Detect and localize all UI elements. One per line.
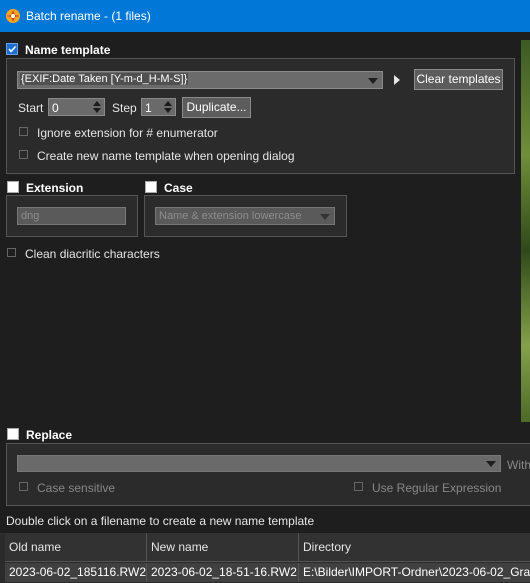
column-header-directory[interactable]: Directory	[299, 533, 530, 562]
case-checkbox[interactable]	[145, 181, 157, 193]
ignore-extension-checkbox[interactable]	[19, 127, 28, 136]
play-arrow-icon[interactable]	[393, 75, 401, 85]
duplicate-button[interactable]: Duplicate...	[182, 97, 251, 118]
checkmark-icon	[8, 45, 17, 53]
case-sensitive-checkbox[interactable]	[19, 482, 28, 491]
cell-directory[interactable]: E:\Bilder\IMPORT-Ordner\2023-06-02_Grau	[299, 563, 530, 582]
spin-arrows-icon[interactable]	[92, 100, 102, 114]
ignore-extension-label: Ignore extension for # enumerator	[37, 126, 218, 140]
step-value: 1	[145, 101, 152, 115]
window-title: Batch rename - (1 files)	[26, 9, 151, 23]
chevron-down-icon	[486, 461, 496, 467]
clean-diacritic-label: Clean diacritic characters	[25, 247, 160, 261]
extension-value: dng	[21, 210, 40, 222]
start-label: Start	[18, 101, 44, 115]
clean-diacritic-checkbox[interactable]	[7, 248, 16, 257]
app-logo-icon	[6, 9, 20, 23]
regex-label: Use Regular Expression	[372, 481, 502, 495]
replace-with-label: With	[507, 458, 530, 472]
case-select[interactable]: Name & extension lowercase	[155, 207, 335, 225]
replace-header: Replace	[26, 428, 73, 442]
replace-panel	[6, 443, 530, 506]
image-preview-strip	[521, 40, 530, 422]
cell-new-name[interactable]: 2023-06-02_18-51-16.RW2	[147, 563, 299, 582]
create-template-checkbox[interactable]	[19, 150, 28, 159]
template-combo[interactable]: {EXIF:Date Taken [Y-m-d_H-M-S]}	[17, 71, 383, 89]
column-header-new-name[interactable]: New name	[147, 533, 299, 562]
chevron-down-icon	[320, 214, 330, 220]
create-template-label: Create new name template when opening di…	[37, 149, 295, 163]
case-sensitive-label: Case sensitive	[37, 481, 116, 495]
case-value: Name & extension lowercase	[159, 210, 302, 222]
regex-checkbox[interactable]	[354, 482, 363, 491]
column-header-old-name[interactable]: Old name	[5, 533, 147, 562]
file-table: Old name New name Directory 2023-06-02_1…	[0, 533, 530, 583]
name-template-checkbox[interactable]	[6, 43, 18, 55]
extension-input[interactable]: dng	[17, 207, 126, 225]
name-template-header: Name template	[25, 43, 111, 57]
template-combo-value: {EXIF:Date Taken [Y-m-d_H-M-S]}	[20, 73, 189, 85]
start-spinbox[interactable]: 0	[48, 98, 105, 116]
step-label: Step	[112, 101, 137, 115]
step-spinbox[interactable]: 1	[141, 98, 176, 116]
spin-arrows-icon[interactable]	[163, 100, 173, 114]
replace-checkbox[interactable]	[7, 428, 19, 440]
cell-old-name[interactable]: 2023-06-02_185116.RW2	[5, 563, 147, 582]
title-bar: Batch rename - (1 files)	[0, 0, 530, 32]
chevron-down-icon	[368, 78, 378, 84]
replace-find-select[interactable]	[17, 455, 501, 472]
extension-header: Extension	[26, 181, 84, 195]
start-value: 0	[52, 101, 59, 115]
extension-checkbox[interactable]	[7, 181, 19, 193]
clear-templates-button[interactable]: Clear templates	[414, 69, 503, 90]
case-header: Case	[164, 181, 193, 195]
hint-text: Double click on a filename to create a n…	[6, 514, 315, 528]
